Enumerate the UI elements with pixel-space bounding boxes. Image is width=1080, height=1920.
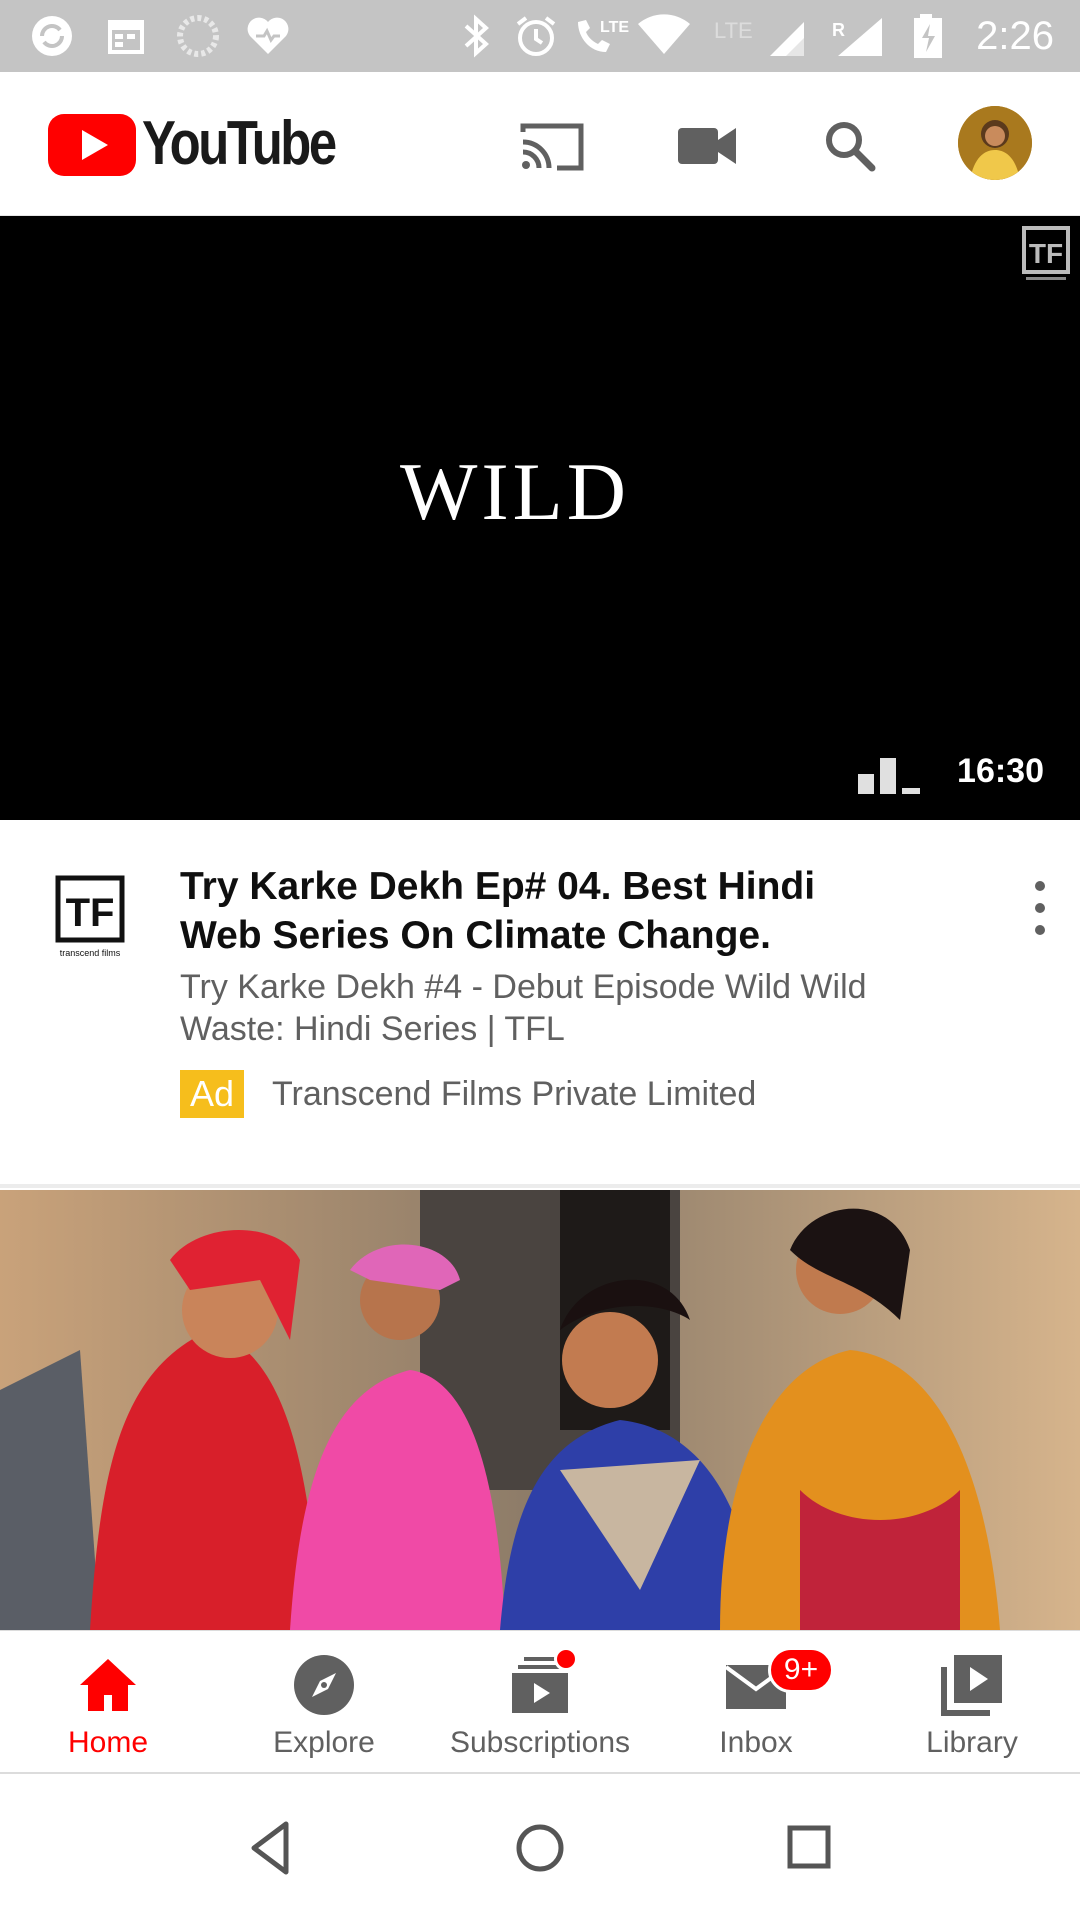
nav-home[interactable]: Home	[0, 1631, 216, 1775]
cast-button[interactable]	[514, 108, 590, 184]
loading-icon	[177, 15, 219, 57]
app-bar: YouTube	[0, 72, 1080, 216]
recents-icon[interactable]	[774, 1812, 846, 1884]
brand-watermark: TF	[1022, 226, 1070, 280]
youtube-play-logo-icon	[48, 114, 136, 176]
home-circle-icon[interactable]	[504, 1812, 576, 1884]
system-navigation-bar	[0, 1776, 1080, 1920]
nav-label-subscriptions: Subscriptions	[449, 1726, 631, 1759]
video-title-card: WILD	[399, 446, 630, 537]
status-bar: LTE LTE R 2:26	[0, 0, 1080, 72]
search-button[interactable]	[812, 108, 888, 184]
youtube-wordmark: YouTube	[142, 109, 337, 178]
svg-text:transcend films: transcend films	[60, 948, 121, 958]
account-avatar[interactable]	[958, 106, 1032, 180]
ad-title[interactable]: Try Karke Dekh Ep# 04. Best Hindi Web Se…	[180, 862, 880, 960]
nav-inbox[interactable]: 9+ Inbox	[648, 1631, 864, 1775]
video-player[interactable]: TF WILD 16:30	[0, 216, 1080, 820]
camera-icon	[678, 128, 736, 164]
nav-label-library: Library	[926, 1726, 1018, 1759]
lte-call-icon: LTE	[578, 19, 629, 52]
ad-info-card[interactable]: TF transcend films Try Karke Dekh Ep# 04…	[0, 820, 1080, 1188]
svg-text:LTE: LTE	[600, 19, 629, 36]
video-thumbnail[interactable]	[0, 1190, 1080, 1630]
ad-stats-icon	[858, 758, 920, 794]
ad-badge: Ad	[180, 1070, 245, 1118]
home-icon	[80, 1659, 136, 1711]
video-duration: 16:30	[957, 752, 1044, 790]
svg-text:TF: TF	[1029, 238, 1063, 269]
compass-icon	[294, 1655, 354, 1715]
cast-icon	[520, 123, 584, 171]
nav-label-home: Home	[67, 1726, 149, 1759]
sync-icon	[32, 16, 72, 56]
nav-label-explore: Explore	[273, 1726, 375, 1759]
bottom-navigation: Home Explore Subscriptions 9+ Inbox Libr…	[0, 1630, 1080, 1774]
search-icon	[826, 122, 876, 172]
ad-description: Try Karke Dekh #4 - Debut Episode Wild W…	[180, 968, 867, 1048]
advertiser-name: Transcend Films Private Limited	[272, 1075, 757, 1113]
nav-library[interactable]: Library	[864, 1631, 1080, 1775]
nav-label-inbox: Inbox	[719, 1726, 793, 1759]
nav-explore[interactable]: Explore	[216, 1631, 432, 1775]
channel-logo[interactable]: TF transcend films	[54, 874, 126, 960]
bluetooth-icon	[464, 14, 489, 58]
inbox-count-badge: 9+	[768, 1647, 834, 1693]
battery-charging-icon	[914, 14, 942, 58]
thumbnail-image	[0, 1190, 1080, 1630]
new-content-dot	[554, 1647, 578, 1671]
back-icon[interactable]	[236, 1812, 308, 1884]
alarm-icon	[516, 16, 556, 56]
svg-text:LTE: LTE	[714, 18, 753, 43]
library-icon	[941, 1655, 1002, 1716]
roaming-signal-icon: R	[832, 18, 882, 56]
calendar-icon	[108, 20, 144, 54]
svg-text:TF: TF	[66, 891, 115, 935]
nav-subscriptions[interactable]: Subscriptions	[432, 1631, 648, 1775]
avatar-image	[958, 106, 1032, 180]
svg-text:R: R	[832, 20, 845, 40]
more-options-icon[interactable]	[1022, 876, 1058, 940]
signal-icon: LTE	[714, 18, 804, 56]
status-time: 2:26	[976, 14, 1054, 58]
upload-button[interactable]	[670, 108, 746, 184]
wifi-icon	[638, 14, 690, 54]
health-icon	[247, 17, 289, 54]
